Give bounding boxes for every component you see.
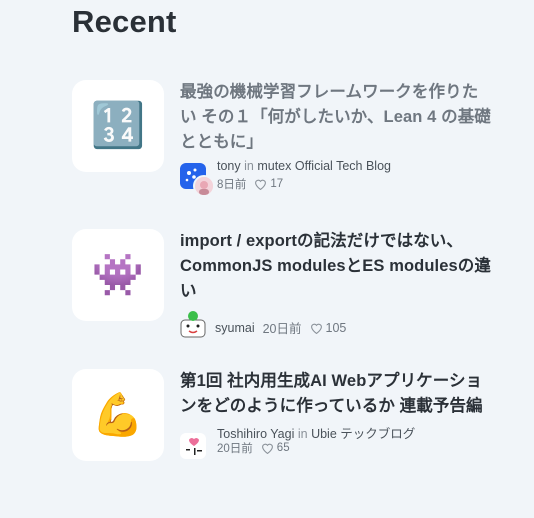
- in-text: in: [297, 427, 308, 441]
- like-count: 17: [254, 178, 283, 190]
- article-date: 20日前: [217, 443, 253, 455]
- article-title[interactable]: 第1回 社内用生成AI Webアプリケーションをどのように作っているか 連載予告…: [180, 369, 492, 419]
- like-number: 105: [325, 320, 347, 335]
- heart-icon: [310, 323, 322, 334]
- in-text: in: [244, 159, 254, 173]
- article-card: 🔢 最強の機械学習フレームワークを作りたい その１「何がしたいか、Lean 4 …: [72, 80, 512, 200]
- heart-icon: [261, 443, 273, 454]
- author-name[interactable]: Toshihiro Yagi: [217, 427, 294, 441]
- article-emoji: 🔢: [90, 101, 146, 150]
- user-avatar[interactable]: [180, 433, 206, 459]
- article-card: 💪 第1回 社内用生成AI Webアプリケーションをどのように作っているか 連載…: [72, 369, 512, 489]
- heart-icon: [255, 179, 267, 190]
- article-title[interactable]: 最強の機械学習フレームワークを作りたい その１「何がしたいか、Lean 4 の基…: [180, 80, 492, 155]
- publication-avatar[interactable]: [180, 163, 215, 197]
- user-avatar[interactable]: [193, 175, 215, 197]
- author-name[interactable]: tony: [217, 159, 241, 173]
- like-count: 105: [310, 320, 347, 335]
- user-avatar-icon: [180, 311, 206, 338]
- article-emoji: 💪: [91, 391, 145, 438]
- article-date: 8日前: [217, 179, 247, 191]
- like-number: 17: [270, 178, 284, 190]
- article-thumbnail[interactable]: 💪: [72, 369, 164, 461]
- user-avatar-icon: [195, 177, 213, 195]
- article-date: 20日前: [262, 322, 302, 336]
- section-heading: Recent: [72, 4, 177, 39]
- article-emoji: 👾: [91, 251, 145, 298]
- article-card: 👾 import / exportの記法だけではない、CommonJS modu…: [72, 229, 512, 349]
- article-title[interactable]: import / exportの記法だけではない、CommonJS module…: [180, 229, 492, 304]
- publication-name[interactable]: Ubie テックブログ: [311, 427, 415, 441]
- publication-name[interactable]: mutex Official Tech Blog: [257, 159, 391, 173]
- author-name[interactable]: syumai: [215, 321, 255, 335]
- like-number: 65: [276, 442, 290, 454]
- article-thumbnail[interactable]: 👾: [72, 229, 164, 321]
- user-avatar-icon: [180, 433, 206, 459]
- like-count: 65: [261, 442, 290, 454]
- user-avatar[interactable]: [180, 310, 206, 338]
- article-thumbnail[interactable]: 🔢: [72, 80, 164, 172]
